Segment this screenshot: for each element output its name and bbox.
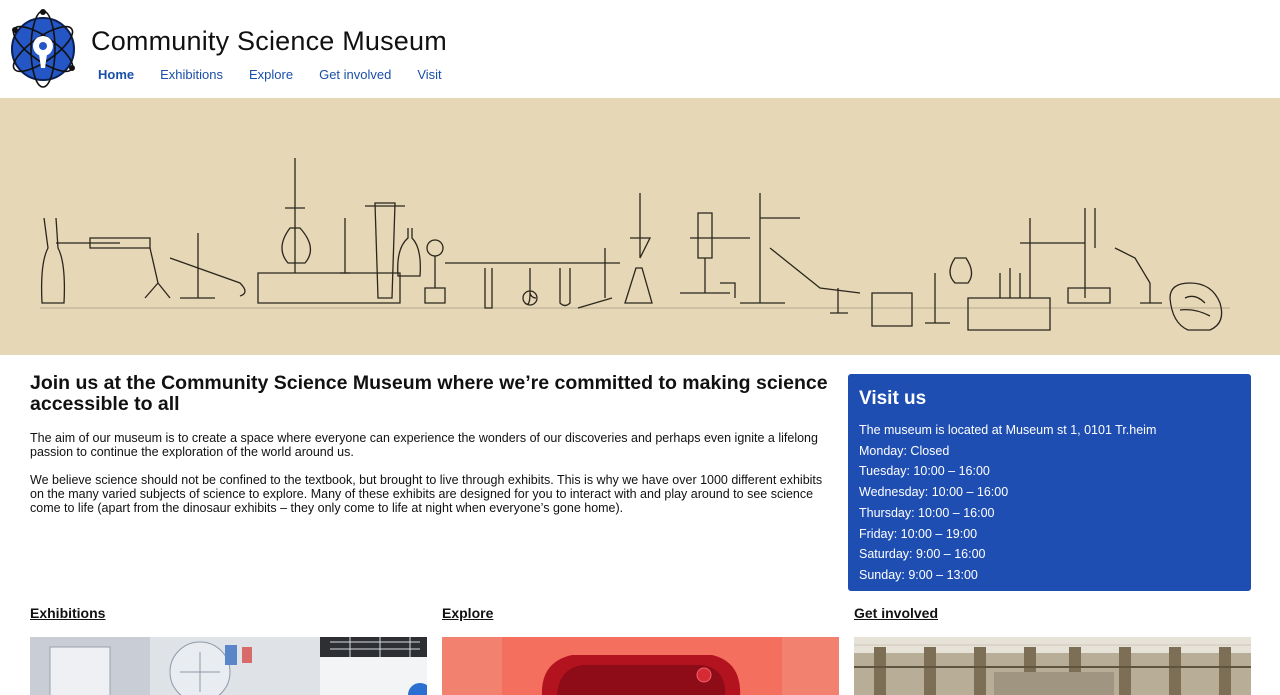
hours-friday: Friday: 10:00 – 19:00 [859,526,978,541]
intro-paragraph-1: The aim of our museum is to create a spa… [30,431,818,459]
hours-sunday: Sunday: 9:00 – 13:00 [859,567,978,582]
atom-logo-icon[interactable] [6,8,82,90]
nav-get-involved[interactable]: Get involved [319,67,391,82]
laboratory-equipment-illustration [40,158,1230,331]
card-title-get-involved[interactable]: Get involved [854,605,938,621]
hours-saturday: Saturday: 9:00 – 16:00 [859,547,986,562]
intro-paragraph-2: We believe science should not be confine… [30,473,823,515]
main-nav: Home Exhibitions Explore Get involved Vi… [98,67,468,82]
hours-thursday: Thursday: 10:00 – 16:00 [859,505,995,520]
intro-heading: Join us at the Community Science Museum … [30,372,828,415]
visit-address: The museum is located at Museum st 1, 01… [859,423,1157,437]
museum-hall-photo[interactable] [854,637,1251,695]
gallery-interior-photo[interactable] [30,637,427,695]
nav-visit[interactable]: Visit [417,67,441,82]
hours-monday: Monday: Closed [859,443,950,458]
nav-explore[interactable]: Explore [249,67,293,82]
nav-exhibitions[interactable]: Exhibitions [160,67,223,82]
red-vr-headset-photo[interactable] [442,637,839,695]
card-title-explore[interactable]: Explore [442,605,493,621]
nav-home[interactable]: Home [98,67,134,82]
site-title[interactable]: Community Science Museum [91,26,447,57]
hours-wednesday: Wednesday: 10:00 – 16:00 [859,485,1009,500]
card-title-exhibitions[interactable]: Exhibitions [30,605,105,621]
intro-section: Join us at the Community Science Museum … [30,372,835,516]
site-header: Community Science Museum Home Exhibition… [0,0,1280,98]
visit-heading: Visit us [859,388,927,409]
hours-tuesday: Tuesday: 10:00 – 16:00 [859,464,990,479]
visit-us-card: Visit us The museum is located at Museum… [848,374,1251,591]
hero-banner [0,98,1280,355]
